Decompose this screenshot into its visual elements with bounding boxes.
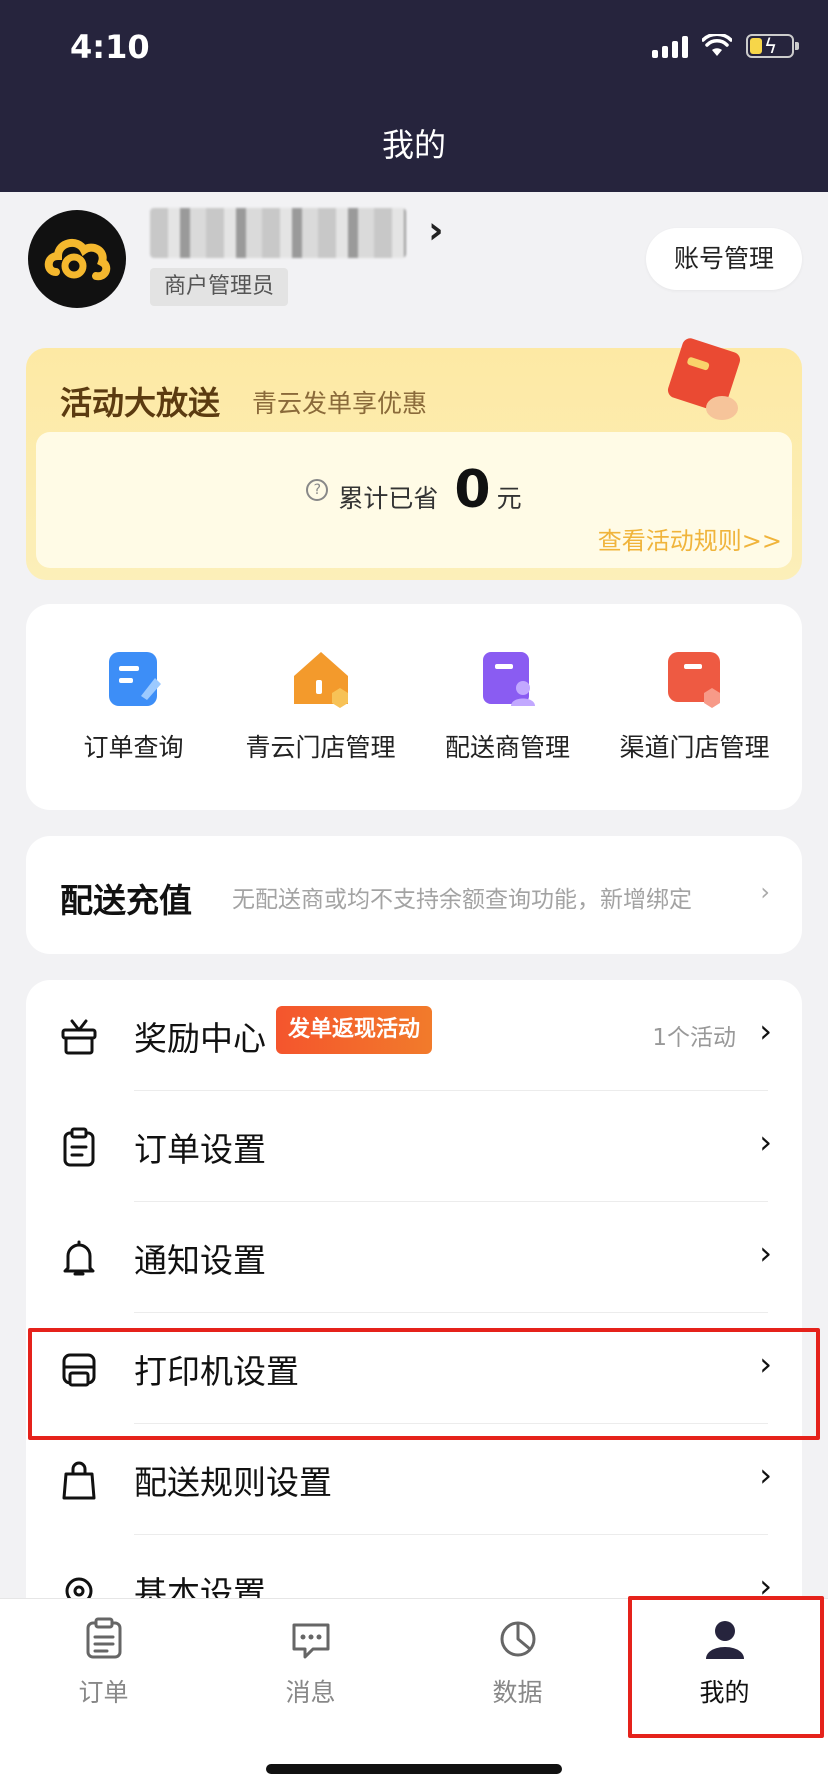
settings-item-label: 配送规则设置 bbox=[134, 1463, 332, 1502]
chevron-right-icon: › bbox=[759, 1012, 772, 1050]
profile-chevron-icon[interactable]: › bbox=[428, 208, 444, 252]
order-search-icon bbox=[108, 652, 161, 706]
promo-title: 活动大放送 bbox=[60, 384, 221, 422]
courier-icon bbox=[482, 652, 535, 706]
order-tab-icon bbox=[86, 1617, 121, 1659]
settings-item-label: 通知设置 bbox=[134, 1241, 266, 1280]
savings-label: 累计已省 bbox=[338, 484, 439, 513]
battery-icon: ϟ bbox=[746, 34, 799, 58]
account-management-button[interactable]: 账号管理 bbox=[646, 228, 802, 290]
settings-item-order[interactable]: 订单设置 › bbox=[26, 1091, 802, 1202]
shortcut-channel-store-management[interactable]: 渠道门店管理 bbox=[601, 604, 788, 810]
bottom-tab-bar: 订单 消息 数据 我的 bbox=[0, 1598, 828, 1792]
signal-icon bbox=[652, 34, 688, 58]
chevron-right-icon: › bbox=[759, 1123, 772, 1161]
shortcut-store-management[interactable]: 青云门店管理 bbox=[227, 604, 414, 810]
delivery-recharge-card[interactable]: 配送充值 无配送商或均不支持余额查询功能，新增绑定 › bbox=[26, 836, 802, 954]
settings-item-notification[interactable]: 通知设置 › bbox=[26, 1202, 802, 1313]
recharge-title: 配送充值 bbox=[60, 881, 192, 920]
chevron-right-icon: › bbox=[759, 1234, 772, 1272]
profile-tab-icon bbox=[705, 1621, 744, 1659]
savings-row: ? 累计已省 0 元 bbox=[36, 460, 792, 520]
shortcut-label: 配送商管理 bbox=[444, 733, 570, 762]
tab-label: 数据 bbox=[492, 1678, 543, 1707]
tab-profile[interactable]: 我的 bbox=[621, 1617, 828, 1709]
clipboard-icon bbox=[63, 1127, 95, 1167]
profile-name-blurred[interactable] bbox=[150, 208, 406, 258]
tab-data[interactable]: 数据 bbox=[414, 1617, 621, 1709]
recharge-note: 无配送商或均不支持余额查询功能，新增绑定 bbox=[232, 887, 692, 913]
shortcut-courier-management[interactable]: 配送商管理 bbox=[414, 604, 601, 810]
channel-store-icon bbox=[667, 652, 720, 708]
chevron-right-icon: › bbox=[760, 878, 770, 906]
tab-label: 消息 bbox=[285, 1678, 336, 1707]
shortcut-order-search[interactable]: 订单查询 bbox=[40, 604, 227, 810]
chevron-right-icon: › bbox=[759, 1456, 772, 1494]
tab-orders[interactable]: 订单 bbox=[0, 1617, 207, 1709]
savings-unit: 元 bbox=[496, 484, 522, 513]
settings-item-delivery-rules[interactable]: 配送规则设置 › bbox=[26, 1424, 802, 1535]
role-badge: 商户管理员 bbox=[150, 268, 289, 306]
tab-messages[interactable]: 消息 bbox=[207, 1617, 414, 1709]
page-title: 我的 bbox=[381, 126, 446, 164]
settings-item-label: 打印机设置 bbox=[134, 1352, 299, 1391]
message-tab-icon bbox=[292, 1623, 329, 1659]
wifi-icon bbox=[702, 34, 732, 56]
shortcut-grid: 订单查询 青云门店管理 配送商管理 渠道门店管理 bbox=[26, 604, 802, 810]
status-time: 4:10 bbox=[70, 28, 150, 66]
status-icons: ϟ bbox=[652, 34, 799, 58]
brand-logo-icon bbox=[44, 238, 111, 281]
savings-value: 0 bbox=[454, 460, 491, 520]
avatar[interactable] bbox=[28, 210, 126, 308]
bag-icon bbox=[62, 1461, 96, 1500]
tab-label: 我的 bbox=[699, 1678, 750, 1707]
activity-rules-link[interactable]: 查看活动规则>> bbox=[598, 521, 782, 556]
tab-label: 订单 bbox=[78, 1678, 129, 1707]
home-indicator bbox=[266, 1764, 562, 1774]
bell-icon bbox=[63, 1240, 95, 1276]
shortcut-label: 青云门店管理 bbox=[245, 733, 396, 762]
printer-icon bbox=[62, 1353, 96, 1387]
settings-item-printer[interactable]: 打印机设置 › bbox=[26, 1313, 802, 1424]
settings-item-reward-center[interactable]: 奖励中心 发单返现活动 1个活动 › bbox=[26, 980, 802, 1091]
activity-count: 1个活动 bbox=[652, 1025, 736, 1051]
store-icon bbox=[293, 652, 348, 708]
header-bar: 4:10 ϟ 我的 bbox=[0, 0, 828, 192]
chevron-right-icon: › bbox=[759, 1345, 772, 1383]
settings-item-label: 订单设置 bbox=[134, 1130, 266, 1169]
help-icon[interactable]: ? bbox=[306, 479, 329, 501]
promo-subtitle: 青云发单享优惠 bbox=[252, 389, 428, 418]
gift-icon bbox=[61, 1019, 97, 1055]
cashback-activity-badge: 发单返现活动 bbox=[276, 1006, 433, 1054]
savings-panel: ? 累计已省 0 元 查看活动规则>> bbox=[36, 432, 792, 568]
promo-card[interactable]: 活动大放送 青云发单享优惠 ? 累计已省 0 元 查看活动规则>> bbox=[26, 338, 802, 580]
red-envelope-icon bbox=[667, 338, 741, 420]
shortcut-label: 渠道门店管理 bbox=[619, 733, 770, 762]
settings-list: 奖励中心 发单返现活动 1个活动 › 订单设置 › 通知设置 › 打印机设置 ›… bbox=[26, 980, 802, 1620]
data-tab-icon bbox=[500, 1621, 535, 1657]
shortcut-label: 订单查询 bbox=[83, 733, 184, 762]
settings-item-label: 奖励中心 bbox=[134, 1019, 266, 1058]
